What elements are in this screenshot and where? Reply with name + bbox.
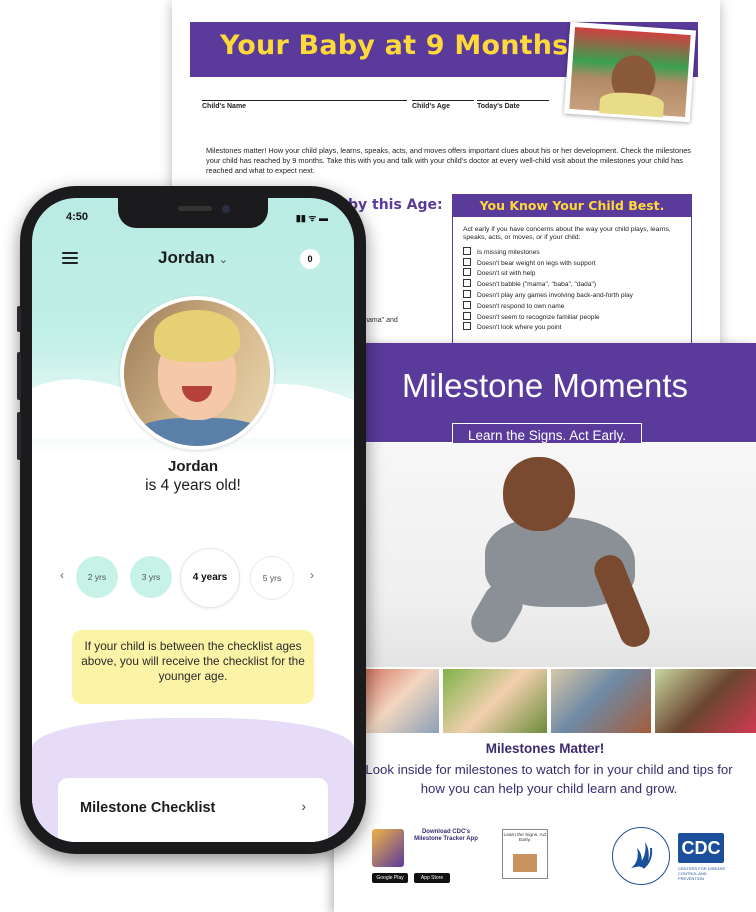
checkbox-icon	[463, 257, 471, 266]
chevron-down-icon: ⌄	[218, 254, 228, 266]
greeting-age: is 4 years old!	[145, 477, 241, 494]
hhs-seal	[612, 827, 670, 885]
look-inside-text: Look inside for milestones to watch for …	[365, 762, 733, 796]
cdc-logo: CDC CENTERS FOR DISEASE CONTROL AND PREV…	[678, 833, 730, 883]
smartphone: 4:50 ▮▮ ᯤ ▬ Jordan ⌄ 0 Jordan is 4 years …	[17, 186, 366, 854]
field-todays-date: Today's Date	[477, 103, 520, 110]
list-item: Is missing milestones	[463, 246, 691, 258]
list-item: Doesn't play any games involving back-an…	[463, 290, 691, 301]
milestone-moments-booklet: Milestone Moments Learn the Signs. Act E…	[334, 343, 756, 912]
tracker-app-text: Download CDC's Milestone Tracker App	[414, 829, 478, 842]
chevron-right-icon[interactable]: ›	[310, 568, 314, 582]
app-screen: 4:50 ▮▮ ᯤ ▬ Jordan ⌄ 0 Jordan is 4 years …	[32, 198, 354, 842]
list-item: Doesn't look where you point	[463, 322, 691, 333]
app-store-badge: App Store	[414, 873, 450, 883]
checkbox-icon	[463, 300, 471, 309]
notification-badge[interactable]: 0	[300, 249, 320, 269]
chevron-right-icon: ›	[301, 798, 306, 814]
list-item: Doesn't seem to recognize familiar peopl…	[463, 311, 691, 323]
doc9-intro: Milestones matter! How your child plays,…	[206, 146, 691, 175]
know-your-child-list: Is missing milestones Doesn't bear weigh…	[453, 246, 691, 333]
checklist-age-note: If your child is between the checklist a…	[72, 630, 314, 704]
milestones-matter-heading: Milestones Matter!	[485, 741, 605, 756]
age-option-2yrs[interactable]: 2 yrs	[76, 556, 118, 598]
know-your-child-intro: Act early if you have concerns about the…	[463, 226, 671, 242]
hhs-eagle-icon	[631, 842, 653, 869]
moments-title: Milestone Moments	[401, 367, 689, 404]
checkbox-icon	[463, 290, 471, 298]
age-selector: ‹ 2 yrs 3 yrs 4 years 5 yrs ›	[32, 548, 354, 608]
milestone-checklist-label: Milestone Checklist	[80, 800, 216, 816]
field-childs-age: Child's Age	[412, 103, 450, 110]
phone-notch	[118, 198, 268, 228]
age-option-5yrs[interactable]: 5 yrs	[250, 556, 294, 600]
status-icons: ▮▮ ᯤ ▬	[295, 213, 328, 223]
list-item: Doesn't bear weight on legs with support	[463, 257, 691, 269]
crawling-baby-photo	[337, 443, 756, 667]
photo-strip	[337, 669, 756, 733]
age-option-3yrs[interactable]: 3 yrs	[130, 556, 172, 598]
list-item: Doesn't respond to own name	[463, 300, 691, 312]
checkbox-icon	[463, 279, 471, 288]
chevron-left-icon[interactable]: ‹	[60, 568, 64, 582]
checkbox-icon	[463, 322, 471, 331]
thumb-photo	[655, 669, 756, 733]
greeting-name: Jordan	[167, 458, 218, 475]
checkbox-icon	[463, 311, 471, 320]
doc9-baby-photo	[563, 21, 697, 123]
checkbox-icon	[463, 246, 471, 255]
list-item: Doesn't sit with help	[463, 268, 691, 279]
thumb-photo	[443, 669, 547, 733]
doc9-left-heading: by this Age:	[348, 197, 443, 213]
know-your-child-title: You Know Your Child Best.	[453, 195, 691, 217]
google-play-badge: Google Play	[372, 873, 408, 883]
doc9-title: Your Baby at 9 Months*	[220, 30, 576, 61]
age-option-4years[interactable]: 4 years	[180, 548, 240, 608]
list-item: Doesn't babble ("mama", "baba", "dada")	[463, 279, 691, 290]
field-childs-name: Child's Name	[202, 103, 247, 110]
milestone-checklist-card[interactable]: Milestone Checklist ›	[58, 778, 328, 842]
checkbox-icon	[463, 268, 471, 277]
tracker-app-promo: Download CDC's Milestone Tracker App Goo…	[370, 827, 480, 891]
child-avatar	[120, 296, 274, 450]
thumb-photo	[551, 669, 651, 733]
learn-signs-thumbnail: Learn the Signs. Act Early.	[502, 829, 548, 879]
tracker-app-icon	[372, 829, 404, 867]
status-time: 4:50	[66, 211, 89, 223]
